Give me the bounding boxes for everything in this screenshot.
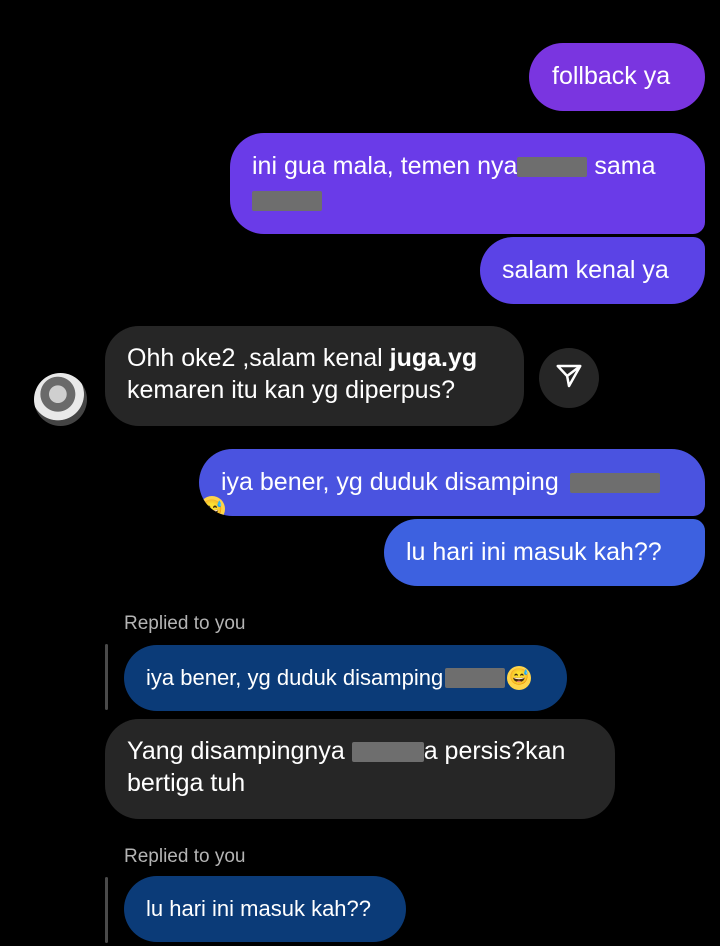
replied-label: Replied to you	[124, 846, 246, 867]
replied-label: Replied to you	[124, 613, 246, 634]
emoji: 😅	[507, 666, 532, 690]
reply-quote[interactable]: lu hari ini masuk kah??	[124, 876, 406, 942]
message-text: follback ya	[552, 62, 671, 90]
message-bubble-sent[interactable]: salam kenal ya	[480, 237, 705, 304]
message-text: kemaren itu kan yg diperpus?	[127, 376, 455, 404]
redaction-block	[351, 742, 424, 763]
send-icon	[554, 361, 584, 396]
redaction-block	[445, 668, 506, 688]
emoji: 😅	[199, 496, 225, 516]
message-bubble-received[interactable]: Yang disampingnya a persis?kan bertiga t…	[105, 719, 615, 819]
avatar[interactable]	[34, 373, 87, 426]
message-text: iya bener, yg duduk disamping	[221, 468, 559, 496]
message-bubble-sent[interactable]: ini gua mala, temen nya sama	[230, 133, 705, 234]
reply-line	[105, 877, 108, 943]
message-bubble-sent[interactable]: follback ya	[529, 43, 705, 111]
redaction-block	[252, 191, 322, 212]
reply-line	[105, 644, 108, 710]
message-text-bold: juga.yg	[389, 344, 478, 372]
message-bubble-received[interactable]: Ohh oke2 ,salam kenal juga.yg kemaren it…	[105, 326, 524, 426]
message-text: salam kenal ya	[502, 256, 669, 284]
redaction-block	[517, 157, 588, 178]
message-text: lu hari ini masuk kah??	[406, 538, 662, 566]
share-button[interactable]	[539, 348, 599, 408]
message-text: a persis?kan	[423, 737, 566, 765]
reply-quote[interactable]: iya bener, yg duduk disamping 😅	[124, 645, 567, 711]
message-text: Ohh oke2 ,salam kenal	[127, 344, 390, 372]
quote-text: lu hari ini masuk kah??	[146, 896, 372, 921]
message-text: bertiga tuh	[127, 769, 246, 797]
redaction-block	[569, 473, 660, 494]
message-text: Yang disampingnya	[127, 737, 345, 765]
message-text: ini gua mala, temen nya	[252, 152, 518, 180]
message-bubble-sent[interactable]: lu hari ini masuk kah??	[384, 519, 705, 586]
message-bubble-sent[interactable]: iya bener, yg duduk disamping 😅	[199, 449, 705, 516]
quote-text: iya bener, yg duduk disamping	[146, 665, 444, 690]
message-text: sama	[587, 152, 656, 180]
